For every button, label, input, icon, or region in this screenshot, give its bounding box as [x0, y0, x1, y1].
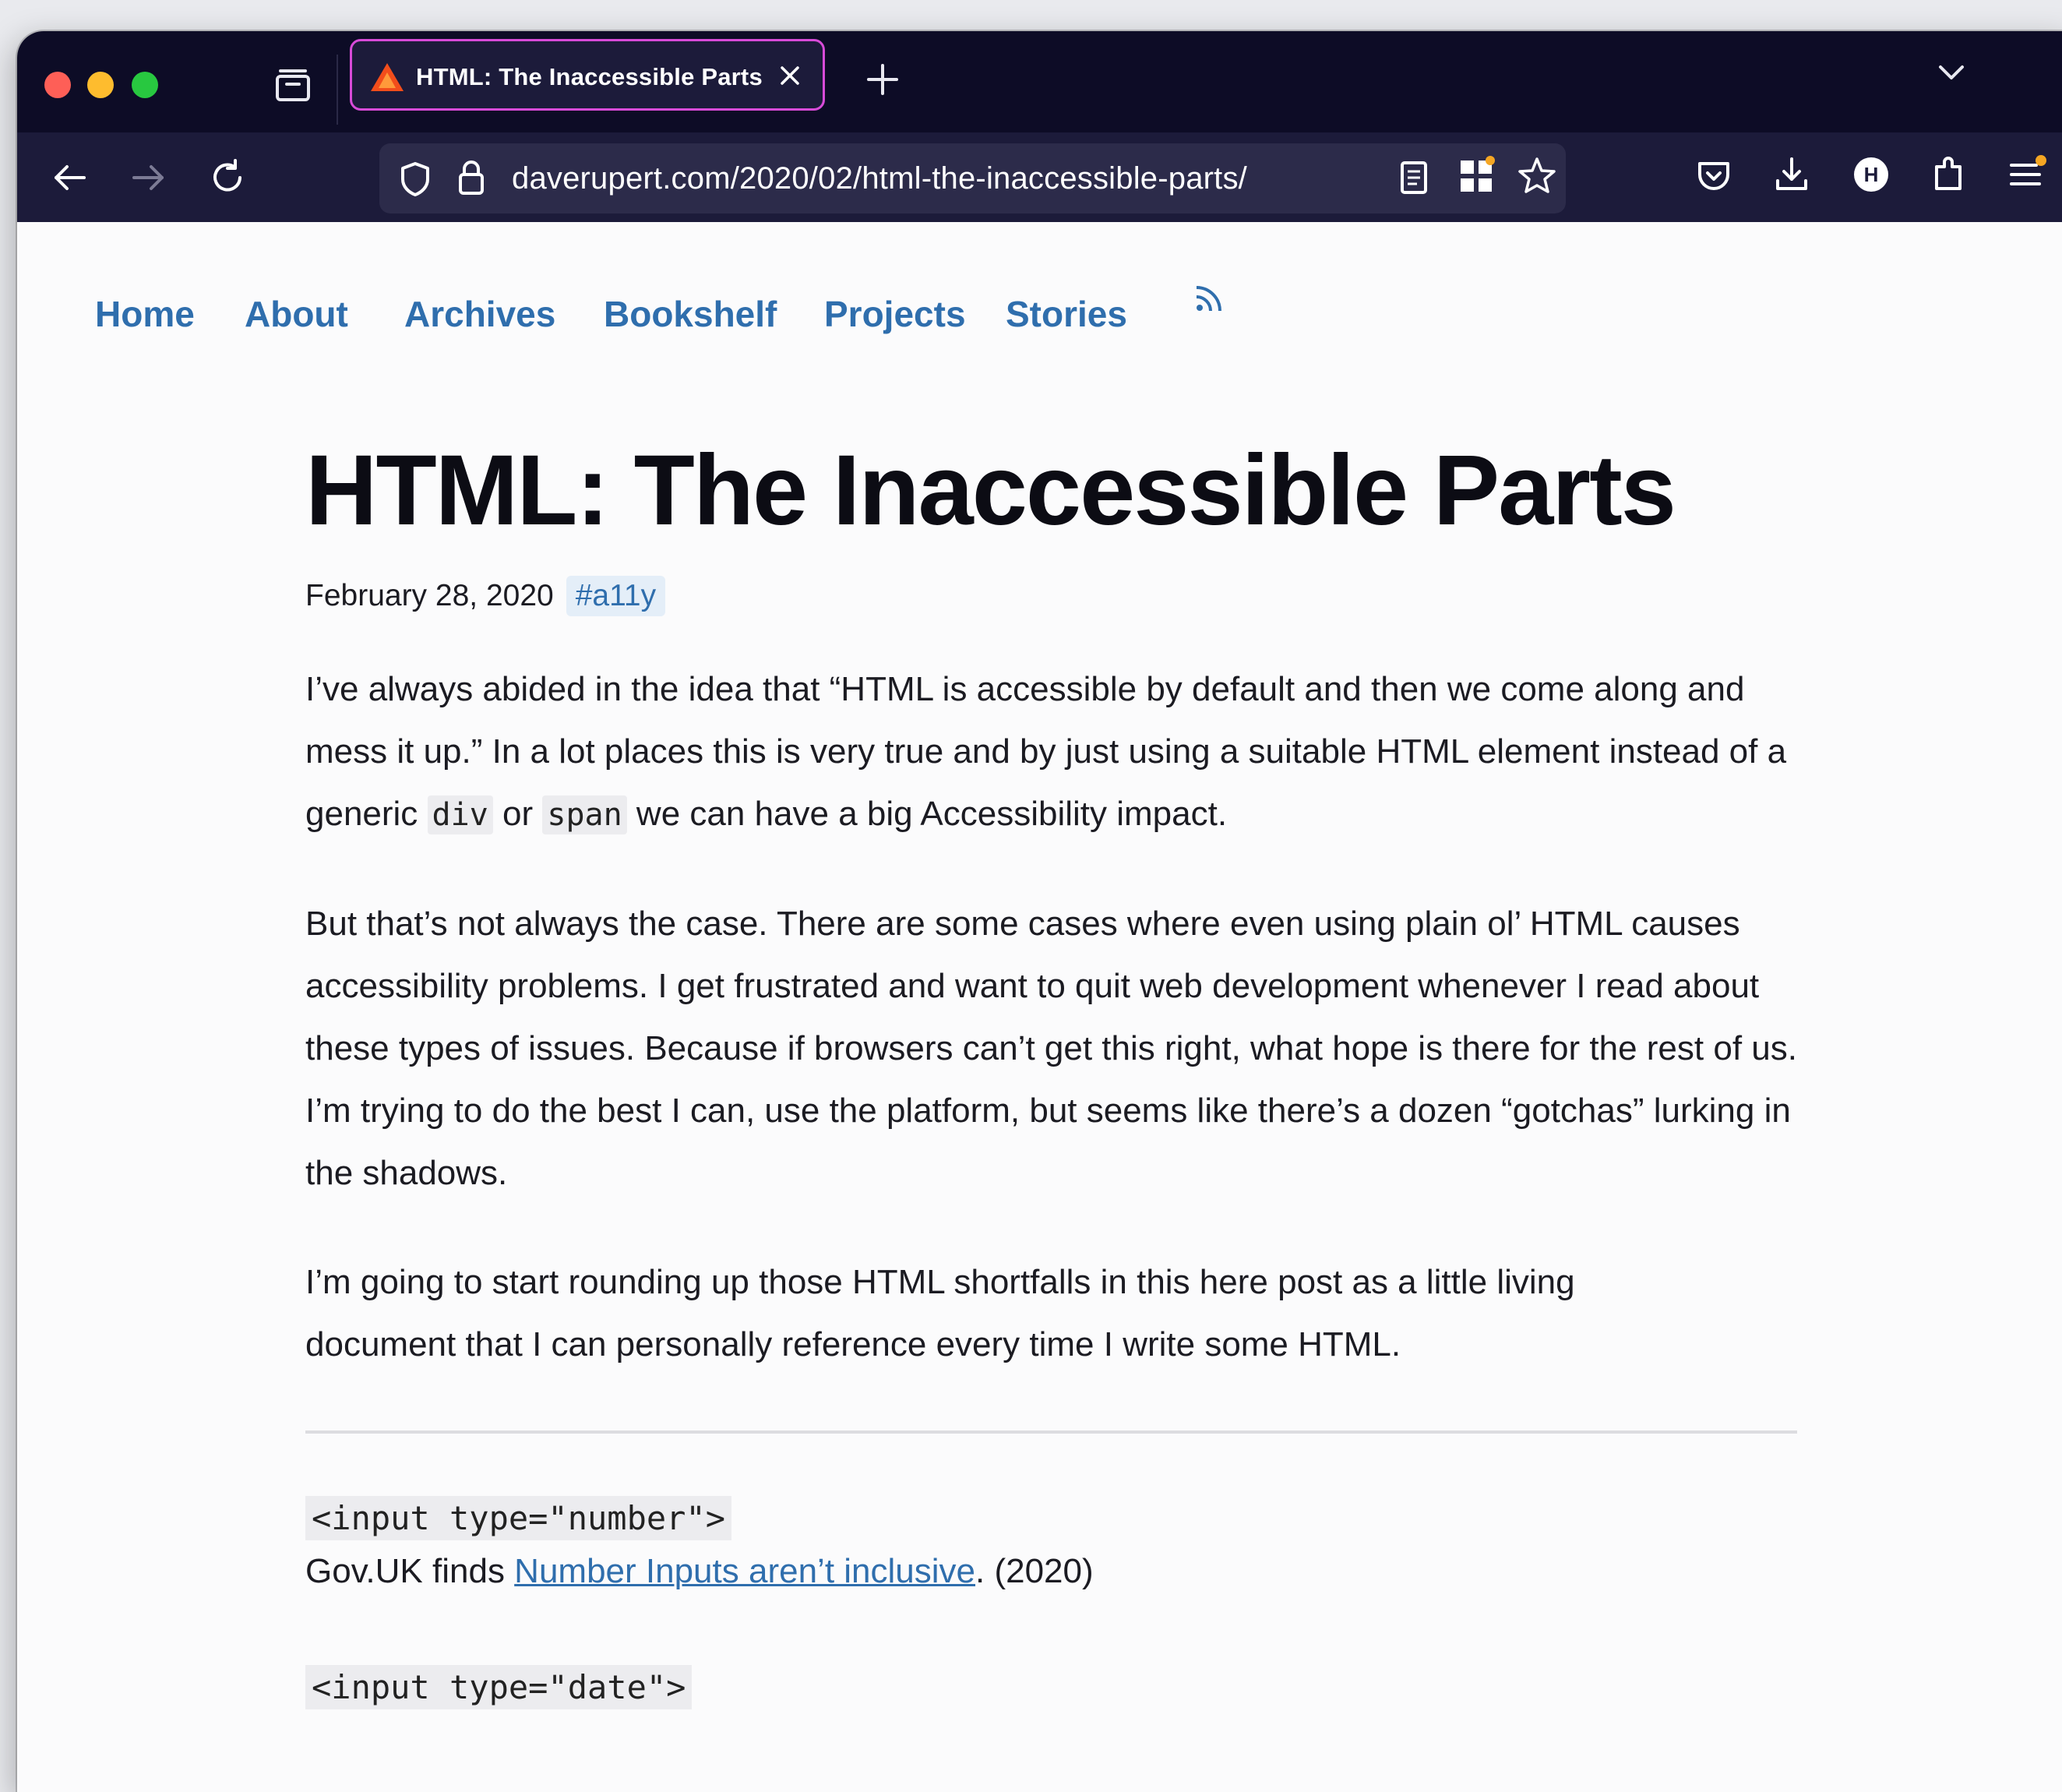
code-div: div	[427, 795, 493, 834]
rss-icon[interactable]	[1193, 283, 1225, 314]
nav-home[interactable]: Home	[95, 291, 195, 337]
account-avatar-icon[interactable]: H	[1849, 153, 1893, 196]
close-tab-icon[interactable]	[773, 58, 807, 93]
section-divider	[305, 1430, 1797, 1434]
extension-grid-icon[interactable]	[1454, 154, 1498, 198]
reader-view-icon[interactable]	[1392, 156, 1436, 199]
entry-date-input: <input type="date">	[305, 1665, 1848, 1709]
lock-icon[interactable]	[449, 156, 493, 199]
svg-text:H: H	[1864, 163, 1879, 186]
tag-a11y[interactable]: #a11y	[566, 576, 666, 616]
tab-title: HTML: The Inaccessible Parts -	[416, 63, 767, 90]
favicon-icon	[371, 63, 404, 91]
entry-number-input: <input type="number"> Gov.UK finds Numbe…	[305, 1496, 1848, 1603]
article: HTML: The Inaccessible Parts February 28…	[305, 432, 1848, 1709]
minimize-window-button[interactable]	[87, 72, 114, 98]
article-meta: February 28, 2020 #a11y	[305, 573, 1848, 619]
menu-hamburger-icon[interactable]	[2005, 153, 2049, 196]
nav-projects[interactable]: Projects	[824, 291, 966, 337]
back-arrow-icon[interactable]	[48, 156, 92, 199]
tab-overview-icon[interactable]	[271, 64, 315, 108]
new-tab-icon[interactable]	[861, 58, 904, 101]
nav-archives[interactable]: Archives	[404, 291, 555, 337]
paragraph-3: I’m going to start rounding up those HTM…	[305, 1263, 1575, 1363]
downloads-icon[interactable]	[1770, 153, 1814, 196]
code-span: span	[542, 795, 627, 834]
url-text: daverupert.com/2020/02/html-the-inaccess…	[512, 161, 1247, 196]
forward-arrow-icon[interactable]	[126, 156, 170, 199]
entry-desc-suffix: . (2020)	[975, 1552, 1094, 1590]
paragraph-1: I’ve always abided in the idea that “HTM…	[305, 658, 1832, 846]
entry-desc-prefix: Gov.UK finds	[305, 1552, 515, 1590]
list-all-tabs-icon[interactable]	[1928, 48, 1975, 95]
zoom-window-button[interactable]	[132, 72, 158, 98]
extensions-puzzle-icon[interactable]	[1927, 153, 1971, 196]
article-title: HTML: The Inaccessible Parts	[305, 435, 1676, 546]
reload-icon[interactable]	[206, 156, 249, 199]
nav-stories[interactable]: Stories	[1006, 291, 1127, 337]
nav-about[interactable]: About	[245, 291, 348, 337]
nav-bookshelf[interactable]: Bookshelf	[604, 291, 777, 337]
entry-code: <input type="number">	[305, 1496, 732, 1540]
bookmark-star-icon[interactable]	[1515, 154, 1559, 198]
number-inputs-link[interactable]: Number Inputs aren’t inclusive	[514, 1552, 975, 1590]
entry-code: <input type="date">	[305, 1665, 693, 1709]
article-date: February 28, 2020	[305, 579, 554, 612]
tab-separator	[337, 55, 338, 125]
p1-text-b: or	[492, 795, 543, 833]
close-window-button[interactable]	[44, 72, 71, 98]
nav-toolbar: daverupert.com/2020/02/html-the-inaccess…	[17, 132, 2062, 222]
page-content: Home About Archives Bookshelf Projects S…	[17, 222, 2062, 1792]
tab-active[interactable]: HTML: The Inaccessible Parts -	[350, 39, 825, 111]
pocket-icon[interactable]	[1692, 154, 1736, 198]
tab-bar: HTML: The Inaccessible Parts -	[17, 31, 2062, 132]
url-bar[interactable]: daverupert.com/2020/02/html-the-inaccess…	[379, 143, 1566, 213]
paragraph-2: But that’s not always the case. There ar…	[305, 905, 1797, 1192]
tracking-protection-shield-icon[interactable]	[393, 157, 437, 201]
entry-description: Gov.UK finds Number Inputs aren’t inclus…	[305, 1540, 1848, 1603]
p1-text-c: we can have a big Accessibility impact.	[626, 795, 1228, 833]
browser-window: HTML: The Inaccessible Parts - daveruper…	[17, 31, 2062, 1792]
